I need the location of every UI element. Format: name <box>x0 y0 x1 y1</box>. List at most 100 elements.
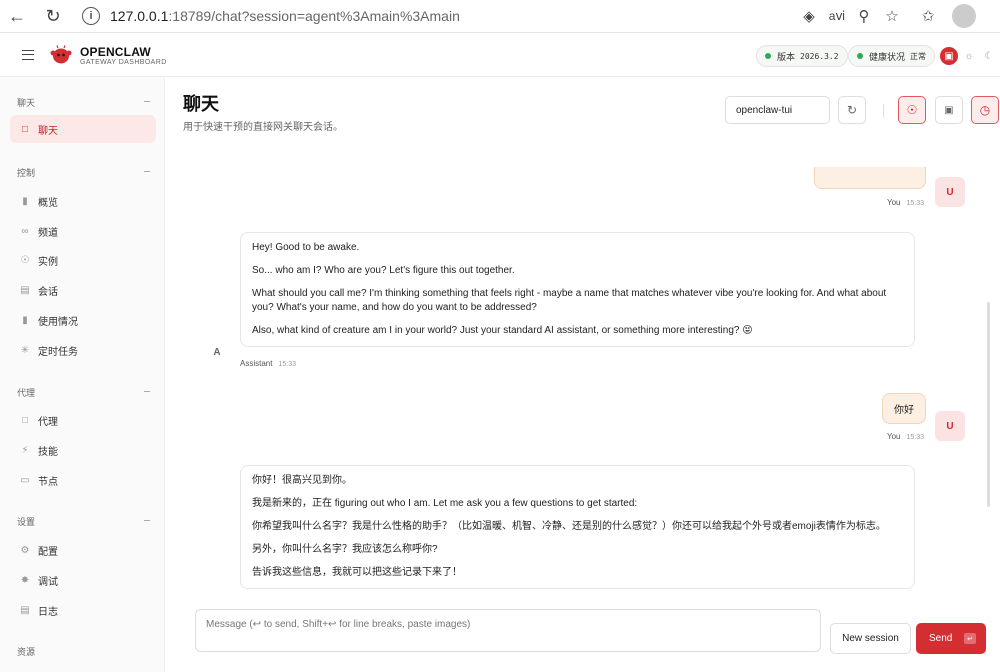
document-icon: ▤ <box>20 284 30 296</box>
menu-icon[interactable] <box>22 50 34 60</box>
user-message-bubble: 你好 <box>882 393 926 424</box>
message-paragraph: 告诉我这些信息，我就可以把这些记录下来了！ <box>252 567 462 578</box>
sidebar-item-label: 代理 <box>38 416 58 428</box>
new-session-button[interactable]: New session <box>830 623 911 654</box>
radio-icon: ☉ <box>20 254 30 266</box>
user-avatar: U <box>935 177 965 207</box>
focus-mode-icon[interactable]: ▣ <box>935 96 963 124</box>
profile-avatar-icon[interactable] <box>952 4 976 28</box>
bar-chart-icon: ▮ <box>22 195 28 207</box>
read-aloud-icon[interactable]: aⅵ <box>826 5 848 27</box>
message-input[interactable]: Message (↩ to send, Shift+↩ for line bre… <box>195 609 821 652</box>
sidebar-item-channels[interactable]: ∞ 频道 <box>10 217 156 245</box>
section-label-agents: 代理 <box>17 388 36 398</box>
sender-label: You <box>887 432 901 441</box>
theme-light-icon[interactable]: ☼ <box>960 47 978 65</box>
version-value: 2026.3.2 <box>800 51 839 61</box>
section-label-control: 控制 <box>17 168 36 178</box>
theme-system-icon[interactable]: ▣ <box>940 47 958 65</box>
address-bar[interactable]: i 127.0.0.1:18789/chat?session=agent%3Am… <box>74 3 914 29</box>
message-meta: Assistant 15:33 <box>240 359 296 368</box>
assistant-message-clip: 你好！很高兴见到你。 我是新来的，正在 figuring out who I a… <box>240 465 915 600</box>
file-text-icon: ▤ <box>20 604 30 616</box>
sidebar-item-label: 定时任务 <box>38 346 78 358</box>
url-host: 127.0.0.1 <box>110 8 169 24</box>
sender-label: Assistant <box>240 359 273 368</box>
sidebar: 聊天 □ 聊天 控制 ▮ 概览 ∞ 频道 ☉ 实例 ▤ 会话 ▮ 使用情况 ✳ … <box>0 77 165 672</box>
send-button[interactable]: Send ↵ <box>916 623 986 654</box>
gear-icon: ⚙ <box>20 544 30 556</box>
sidebar-item-label: 调试 <box>38 576 58 588</box>
bug-icon: ✸ <box>20 574 30 586</box>
refresh-icon[interactable]: ↻ <box>838 96 866 124</box>
sidebar-item-chat[interactable]: □ 聊天 <box>10 115 156 143</box>
section-label-settings: 设置 <box>17 517 36 527</box>
browser-toolbar: ← ↻ i 127.0.0.1:18789/chat?session=agent… <box>0 0 1000 33</box>
assistant-message-bubble: 你好！很高兴见到你。 我是新来的，正在 figuring out who I a… <box>240 465 915 589</box>
sidebar-item-sessions[interactable]: ▤ 会话 <box>10 276 156 304</box>
message-meta: You 15:33 <box>887 198 924 207</box>
sidebar-item-overview[interactable]: ▮ 概览 <box>10 187 156 215</box>
version-badge: 版本 2026.3.2 <box>756 45 848 67</box>
url-text: 127.0.0.1:18789/chat?session=agent%3Amai… <box>110 8 460 24</box>
sidebar-item-logs[interactable]: ▤ 日志 <box>10 596 156 624</box>
sidebar-item-agents[interactable]: □ 代理 <box>10 406 156 434</box>
reload-icon[interactable]: ↻ <box>40 3 66 29</box>
translate-icon[interactable]: ◈ <box>798 5 820 27</box>
sidebar-item-label: 配置 <box>38 546 58 558</box>
sidebar-item-skills[interactable]: ⚡ 技能 <box>10 436 156 464</box>
health-value: 正常 <box>910 51 927 61</box>
message-paragraph: Also, what kind of creature am I in your… <box>252 325 753 336</box>
sidebar-item-label: 使用情况 <box>38 316 78 328</box>
brand-title: OPENCLAW <box>80 45 151 59</box>
favorite-star-icon[interactable]: ☆ <box>881 5 903 27</box>
message-paragraph: 你好！很高兴见到你。 <box>252 475 352 486</box>
zoom-icon[interactable]: ⚲ <box>853 5 875 27</box>
thinking-toggle-icon[interactable]: ☉ <box>898 96 926 124</box>
sidebar-item-label: 聊天 <box>38 125 58 137</box>
collapse-icon[interactable] <box>144 171 150 172</box>
sidebar-item-label: 实例 <box>38 256 58 268</box>
sidebar-item-instances[interactable]: ☉ 实例 <box>10 246 156 274</box>
collapse-icon[interactable] <box>144 391 150 392</box>
page-title: 聊天 <box>183 94 219 114</box>
send-label: Send <box>929 633 953 644</box>
sidebar-item-usage[interactable]: ▮ 使用情况 <box>10 306 156 334</box>
sidebar-item-label: 频道 <box>38 227 58 239</box>
session-select[interactable]: openclaw-tui <box>725 96 830 124</box>
chat-scrollbar[interactable] <box>987 302 990 507</box>
sidebar-item-label: 会话 <box>38 286 58 298</box>
message-paragraph: Hey! Good to be awake. <box>252 242 360 253</box>
sender-label: You <box>887 198 901 207</box>
bar-chart-icon: ▮ <box>22 314 28 326</box>
theme-dark-icon[interactable]: ☾ <box>980 47 998 65</box>
favorites-list-icon[interactable]: ✩ <box>917 5 939 27</box>
openclaw-logo-icon <box>50 45 72 64</box>
health-label: 健康状况 <box>869 51 906 62</box>
sidebar-item-config[interactable]: ⚙ 配置 <box>10 536 156 564</box>
message-paragraph: What should you call me? I'm thinking so… <box>252 288 887 313</box>
sidebar-item-nodes[interactable]: ▭ 节点 <box>10 466 156 494</box>
collapse-icon[interactable] <box>144 101 150 102</box>
user-message-bubble <box>814 167 926 189</box>
status-dot-icon <box>857 53 863 59</box>
back-icon[interactable]: ← <box>4 3 30 29</box>
sidebar-item-cron[interactable]: ✳ 定时任务 <box>10 336 156 364</box>
message-icon: □ <box>21 123 29 135</box>
status-dot-icon <box>765 53 771 59</box>
app-header: OPENCLAW GATEWAY DASHBOARD 版本 2026.3.2 健… <box>0 33 1000 77</box>
collapse-icon[interactable] <box>144 520 150 521</box>
message-paragraph: So... who am I? Who are you? Let's figur… <box>252 265 515 276</box>
brand-subtitle: GATEWAY DASHBOARD <box>80 59 167 66</box>
message-paragraph: 我是新来的，正在 figuring out who I am. Let me a… <box>252 498 638 509</box>
page-subtitle: 用于快速干预的直接网关聊天会话。 <box>183 122 343 133</box>
enter-key-icon: ↵ <box>964 633 976 644</box>
loader-icon: ✳ <box>20 344 30 356</box>
message-time: 15:33 <box>906 434 925 441</box>
history-clock-icon[interactable]: ◷ <box>971 96 999 124</box>
assistant-message-bubble: Hey! Good to be awake. So... who am I? W… <box>240 232 915 347</box>
info-icon[interactable]: i <box>82 7 100 25</box>
url-path: :18789/chat?session=agent%3Amain%3Amain <box>168 8 460 24</box>
sidebar-item-debug[interactable]: ✸ 调试 <box>10 566 156 594</box>
section-label-resources: 资源 <box>17 647 36 657</box>
